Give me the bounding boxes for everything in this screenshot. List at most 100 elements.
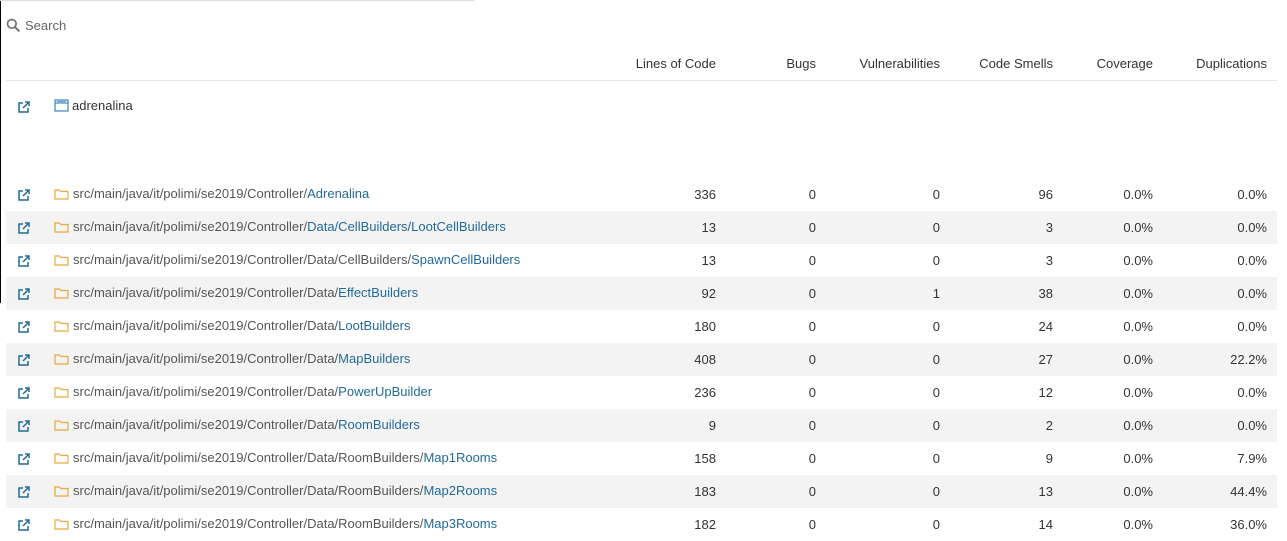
lines-of-code-value[interactable]: 236 [526, 376, 726, 409]
external-link-icon[interactable] [17, 221, 31, 235]
code-smells-value[interactable]: 27 [950, 343, 1063, 376]
coverage-value[interactable]: 0.0% [1063, 310, 1163, 343]
external-link-icon[interactable] [17, 320, 31, 334]
bugs-value[interactable]: 0 [726, 277, 826, 310]
header-lines-of-code[interactable]: Lines of Code [526, 47, 726, 81]
coverage-value[interactable]: 0.0% [1063, 277, 1163, 310]
project-name: adrenalina [72, 98, 133, 113]
bugs-value[interactable]: 0 [726, 244, 826, 277]
lines-of-code-value[interactable]: 158 [526, 442, 726, 475]
duplications-value[interactable]: 0.0% [1163, 178, 1277, 211]
lines-of-code-value[interactable]: 13 [526, 244, 726, 277]
external-link-icon[interactable] [17, 254, 31, 268]
external-link-icon[interactable] [17, 287, 31, 301]
code-smells-value[interactable]: 24 [950, 310, 1063, 343]
external-link-icon[interactable] [17, 419, 31, 433]
vulnerabilities-value[interactable]: 0 [826, 244, 950, 277]
duplications-value[interactable]: 7.9% [1163, 442, 1277, 475]
bugs-value[interactable]: 0 [726, 475, 826, 508]
vulnerabilities-value[interactable]: 0 [826, 211, 950, 244]
path-leaf-link[interactable]: PowerUpBuilder [338, 384, 432, 399]
duplications-value[interactable]: 0.0% [1163, 277, 1277, 310]
code-smells-value[interactable]: 14 [950, 508, 1063, 541]
vulnerabilities-value[interactable]: 0 [826, 343, 950, 376]
lines-of-code-value[interactable]: 9 [526, 409, 726, 442]
header-code-smells[interactable]: Code Smells [950, 47, 1063, 81]
lines-of-code-value[interactable]: 180 [526, 310, 726, 343]
search-input[interactable] [25, 17, 445, 33]
external-link-icon[interactable] [17, 188, 31, 202]
external-link-icon[interactable] [17, 386, 31, 400]
vulnerabilities-value[interactable]: 0 [826, 376, 950, 409]
row-link-cell [6, 442, 54, 475]
vulnerabilities-value[interactable]: 0 [826, 508, 950, 541]
path-leaf-link[interactable]: Map3Rooms [423, 516, 497, 531]
coverage-value[interactable]: 0.0% [1063, 343, 1163, 376]
lines-of-code-value[interactable]: 336 [526, 178, 726, 211]
path-leaf-link[interactable]: Data/CellBuilders/LootCellBuilders [307, 219, 506, 234]
path-leaf-link[interactable]: MapBuilders [338, 351, 410, 366]
coverage-value[interactable]: 0.0% [1063, 442, 1163, 475]
folder-icon [54, 188, 69, 200]
duplications-value[interactable]: 0.0% [1163, 244, 1277, 277]
external-link-icon[interactable] [17, 452, 31, 466]
path-leaf-link[interactable]: Map1Rooms [423, 450, 497, 465]
vulnerabilities-value[interactable]: 0 [826, 178, 950, 211]
vulnerabilities-value[interactable]: 0 [826, 442, 950, 475]
bugs-value[interactable]: 0 [726, 343, 826, 376]
lines-of-code-value[interactable]: 183 [526, 475, 726, 508]
code-smells-value[interactable]: 38 [950, 277, 1063, 310]
lines-of-code-value[interactable]: 92 [526, 277, 726, 310]
code-smells-value[interactable]: 3 [950, 244, 1063, 277]
vulnerabilities-value[interactable]: 0 [826, 409, 950, 442]
vulnerabilities-value[interactable]: 1 [826, 277, 950, 310]
lines-of-code-value[interactable]: 408 [526, 343, 726, 376]
path-leaf-link[interactable]: Adrenalina [307, 186, 369, 201]
duplications-value[interactable]: 44.4% [1163, 475, 1277, 508]
external-link-icon[interactable] [17, 518, 31, 532]
lines-of-code-value[interactable]: 13 [526, 211, 726, 244]
bugs-value[interactable]: 0 [726, 508, 826, 541]
coverage-value[interactable]: 0.0% [1063, 475, 1163, 508]
path-leaf-link[interactable]: LootBuilders [338, 318, 410, 333]
coverage-value[interactable]: 0.0% [1063, 178, 1163, 211]
bugs-value[interactable]: 0 [726, 178, 826, 211]
coverage-value[interactable]: 0.0% [1063, 376, 1163, 409]
lines-of-code-value[interactable]: 182 [526, 508, 726, 541]
bugs-value[interactable]: 0 [726, 409, 826, 442]
duplications-value[interactable]: 0.0% [1163, 376, 1277, 409]
code-smells-value[interactable]: 9 [950, 442, 1063, 475]
duplications-value[interactable]: 0.0% [1163, 211, 1277, 244]
duplications-value[interactable]: 0.0% [1163, 310, 1277, 343]
coverage-value[interactable]: 0.0% [1063, 508, 1163, 541]
path-leaf-link[interactable]: EffectBuilders [338, 285, 418, 300]
code-smells-value[interactable]: 3 [950, 211, 1063, 244]
external-link-icon[interactable] [17, 485, 31, 499]
duplications-value[interactable]: 0.0% [1163, 409, 1277, 442]
coverage-value[interactable]: 0.0% [1063, 244, 1163, 277]
bugs-value[interactable]: 0 [726, 376, 826, 409]
coverage-value[interactable]: 0.0% [1063, 409, 1163, 442]
header-bugs[interactable]: Bugs [726, 47, 826, 81]
external-link-icon[interactable] [17, 100, 31, 114]
duplications-value[interactable]: 22.2% [1163, 343, 1277, 376]
code-smells-value[interactable]: 96 [950, 178, 1063, 211]
code-smells-value[interactable]: 12 [950, 376, 1063, 409]
path-leaf-link[interactable]: Map2Rooms [423, 483, 497, 498]
code-smells-value[interactable]: 13 [950, 475, 1063, 508]
bugs-value[interactable]: 0 [726, 310, 826, 343]
vulnerabilities-value[interactable]: 0 [826, 310, 950, 343]
path-leaf-link[interactable]: RoomBuilders [338, 417, 420, 432]
bugs-value[interactable]: 0 [726, 442, 826, 475]
path-leaf-link[interactable]: SpawnCellBuilders [411, 252, 520, 267]
coverage-value[interactable]: 0.0% [1063, 211, 1163, 244]
header-duplications[interactable]: Duplications [1163, 47, 1277, 81]
code-smells-value[interactable]: 2 [950, 409, 1063, 442]
external-link-icon[interactable] [17, 353, 31, 367]
bugs-value[interactable]: 0 [726, 211, 826, 244]
vulnerabilities-value[interactable]: 0 [826, 475, 950, 508]
header-vulnerabilities[interactable]: Vulnerabilities [826, 47, 950, 81]
header-coverage[interactable]: Coverage [1063, 47, 1163, 81]
row-link-cell [6, 409, 54, 442]
duplications-value[interactable]: 36.0% [1163, 508, 1277, 541]
